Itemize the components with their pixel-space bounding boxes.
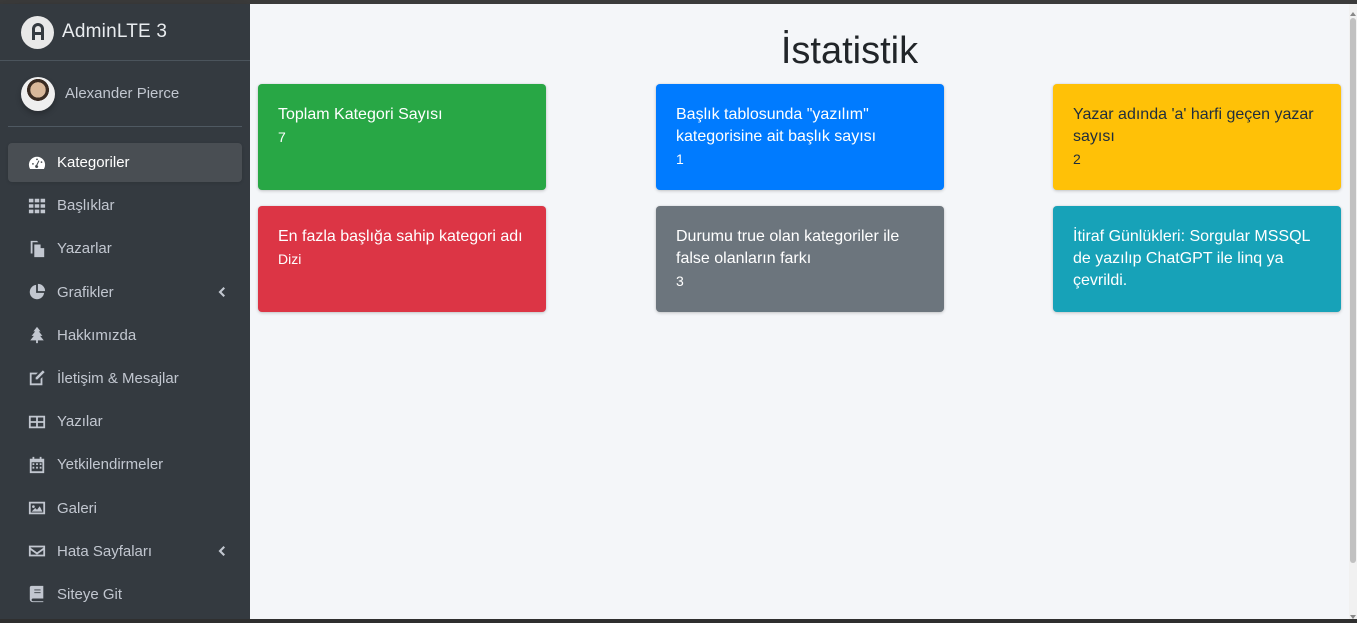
sidebar-item-hata-sayfalari[interactable]: Hata Sayfaları [8,532,242,571]
sidebar-item-yetkilendirmeler[interactable]: Yetkilendirmeler [8,445,242,484]
card-title: Durumu true olan kategoriler ile false o… [676,228,900,267]
page-title: İstatistik [780,30,919,72]
image-icon [27,498,47,518]
chevron-left-icon[interactable] [214,544,228,558]
grid-icon [27,196,47,216]
brand-link[interactable]: AdminLTE 3 [0,4,250,61]
stat-card-teal: İtiraf Günlükleri: Sorgular MSSQL de yaz… [1053,206,1341,312]
sidebar-item-yazilar[interactable]: Yazılar [8,402,242,441]
stat-card-red: En fazla başlığa sahip kategori adı Dizi [258,206,546,312]
book-icon [27,584,47,604]
card-value: 1 [676,151,684,167]
calendar-icon [27,455,47,475]
edit-icon [27,368,47,388]
user-name[interactable]: Alexander Pierce [65,85,179,102]
card-value: 3 [676,273,684,289]
brand-text: AdminLTE 3 [62,21,168,42]
stat-card-blue: Başlık tablosunda "yazılım" kategorisine… [656,84,944,190]
card-title: Yazar adında 'a' harfi geçen yazar sayıs… [1073,106,1314,145]
tachometer-icon [27,153,47,173]
card-value: 7 [278,129,286,145]
sidebar-item-label: Kategoriler [57,154,130,171]
card-value: Dizi [278,251,302,267]
sidebar-item-label: Grafikler [57,283,114,301]
chevron-left-icon[interactable] [214,285,228,299]
envelope-icon [27,541,47,561]
stat-card-yellow: Yazar adında 'a' harfi geçen yazar sayıs… [1053,84,1341,190]
sidebar-item-basliklar[interactable]: Başlıklar [8,186,242,225]
table-icon [27,412,47,432]
sidebar-item-label: Başlıklar [57,197,115,215]
sidebar-item-yazarlar[interactable]: Yazarlar [8,229,242,268]
sidebar-item-label: Hata Sayfaları [57,542,153,560]
scroll-up-icon[interactable] [1349,6,1357,16]
sidebar-item-iletisim-mesajlar[interactable]: İletişim & Mesajlar [8,359,242,398]
user-panel[interactable]: Alexander Pierce [8,61,242,127]
sidebar-item-kategoriler[interactable]: Kategoriler [8,143,242,182]
window-bottom-edge [0,619,1357,623]
stat-card-gray: Durumu true olan kategoriler ile false o… [656,206,944,312]
card-title: Toplam Kategori Sayısı [278,106,443,123]
stat-card-green: Toplam Kategori Sayısı 7 [258,84,546,190]
pie-chart-icon [27,282,47,302]
card-title: Başlık tablosunda "yazılım" kategorisine… [676,106,877,145]
sidebar-nav: Kategoriler Başlıklar Yazarlar Grafikler [8,143,242,614]
sidebar-item-label: İletişim & Mesajlar [57,369,179,387]
sidebar-item-label: Yetkilendirmeler [57,456,164,474]
sidebar-item-grafikler[interactable]: Grafikler [8,273,242,312]
card-title: En fazla başlığa sahip kategori adı [278,228,523,245]
user-avatar [21,76,55,111]
sidebar-item-label: Siteye Git [57,585,123,603]
scrollbar-thumb[interactable] [1350,18,1356,563]
vertical-scrollbar[interactable] [1349,4,1357,619]
tree-icon [27,325,47,345]
sidebar-item-galeri[interactable]: Galeri [8,489,242,528]
sidebar: AdminLTE 3 Alexander Pierce Kategoriler … [0,4,250,619]
copy-icon [27,239,47,259]
scroll-down-icon[interactable] [1349,607,1357,619]
sidebar-item-label: Yazarlar [57,240,112,258]
sidebar-item-siteye-git[interactable]: Siteye Git [8,575,242,614]
main-content: İstatistik Toplam Kategori Sayısı 7 Başl… [250,4,1349,619]
card-title: İtiraf Günlükleri: Sorgular MSSQL de yaz… [1073,228,1310,289]
sidebar-item-hakkimizda[interactable]: Hakkımızda [8,316,242,355]
sidebar-item-label: Yazılar [57,413,103,431]
sidebar-item-label: Galeri [57,499,98,517]
card-value: 2 [1073,151,1081,167]
sidebar-item-label: Hakkımızda [57,326,137,344]
adminlte-logo-icon [21,15,54,49]
